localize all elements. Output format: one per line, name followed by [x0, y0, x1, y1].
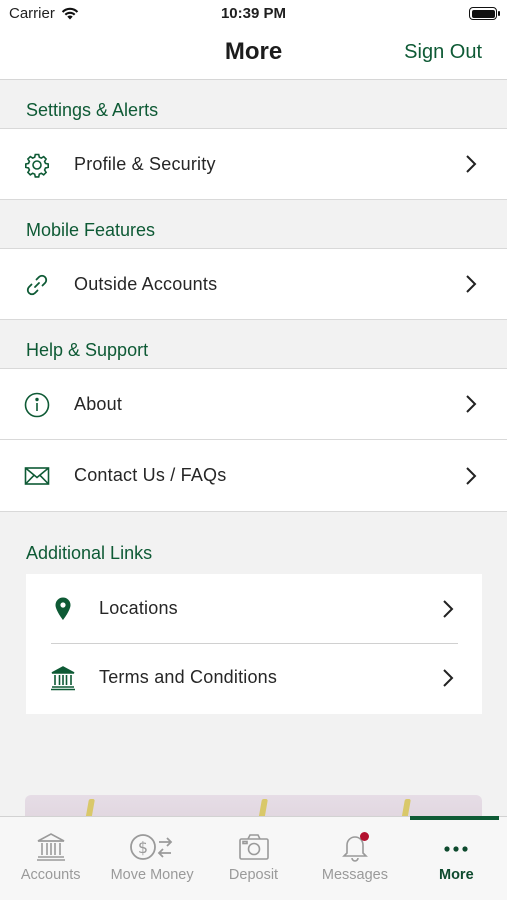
chevron-right-icon: [443, 599, 454, 618]
tab-messages[interactable]: Messages: [304, 817, 405, 900]
bank-icon: [51, 666, 75, 691]
camera-icon: [238, 834, 269, 860]
section-header-help-support: Help & Support: [0, 320, 507, 368]
tab-label: More: [439, 867, 474, 883]
tab-more[interactable]: More: [406, 816, 507, 900]
sign-out-button[interactable]: Sign Out: [404, 41, 482, 64]
chevron-right-icon: [443, 668, 454, 687]
tab-accounts[interactable]: Accounts: [0, 817, 101, 900]
money-transfer-icon: $: [130, 834, 173, 860]
link-icon: [26, 274, 48, 296]
section-header-settings: Settings & Alerts: [0, 80, 507, 128]
section-header-mobile-features: Mobile Features: [0, 200, 507, 248]
tab-label: Move Money: [110, 867, 194, 883]
tab-label: Accounts: [20, 867, 81, 883]
promo-banner[interactable]: [25, 795, 482, 816]
tab-bar: Accounts $ Move Money Deposit Messages M…: [0, 816, 507, 900]
chevron-right-icon: [466, 395, 477, 413]
gear-icon: [25, 153, 49, 178]
chevron-right-icon: [466, 275, 477, 293]
section-header-additional-links: Additional Links: [26, 543, 153, 563]
menu-item-label: Outside Accounts: [74, 273, 218, 294]
nav-bar: More Sign Out: [0, 28, 507, 80]
tab-deposit[interactable]: Deposit: [203, 817, 304, 900]
tab-move-money[interactable]: $ Move Money: [101, 817, 202, 900]
tab-label: Deposit: [228, 867, 279, 883]
location-pin-icon: [55, 597, 71, 620]
info-icon: [24, 392, 50, 418]
menu-item-label: About: [74, 393, 123, 414]
link-item-label: Terms and Conditions: [99, 667, 278, 687]
menu-item-label: Contact Us / FAQs: [74, 465, 227, 485]
additional-links-card: Locations Terms and Conditions: [26, 574, 482, 714]
active-tab-indicator: [409, 816, 500, 820]
tab-label: Messages: [321, 867, 388, 883]
link-item-locations[interactable]: Locations: [26, 574, 482, 643]
status-time: 10:39 PM: [220, 5, 287, 22]
bank-icon: [36, 833, 65, 861]
more-content[interactable]: Settings & Alerts Profile & Security Mob…: [0, 80, 507, 816]
chevron-right-icon: [466, 466, 477, 485]
more-dots-icon: [444, 846, 468, 852]
link-item-terms-conditions[interactable]: Terms and Conditions: [26, 643, 482, 712]
menu-item-contact-faqs[interactable]: Contact Us / FAQs: [0, 440, 507, 512]
menu-item-profile-security[interactable]: Profile & Security: [0, 128, 507, 200]
battery-icon: [469, 7, 500, 20]
svg-text:$: $: [138, 838, 148, 857]
link-item-label: Locations: [99, 598, 178, 618]
status-bar: Carrier 10:39 PM: [0, 0, 507, 28]
envelope-icon: [24, 467, 50, 485]
menu-item-outside-accounts[interactable]: Outside Accounts: [0, 248, 507, 320]
chevron-right-icon: [466, 155, 477, 173]
menu-item-label: Profile & Security: [74, 153, 216, 174]
menu-item-about[interactable]: About: [0, 368, 507, 440]
